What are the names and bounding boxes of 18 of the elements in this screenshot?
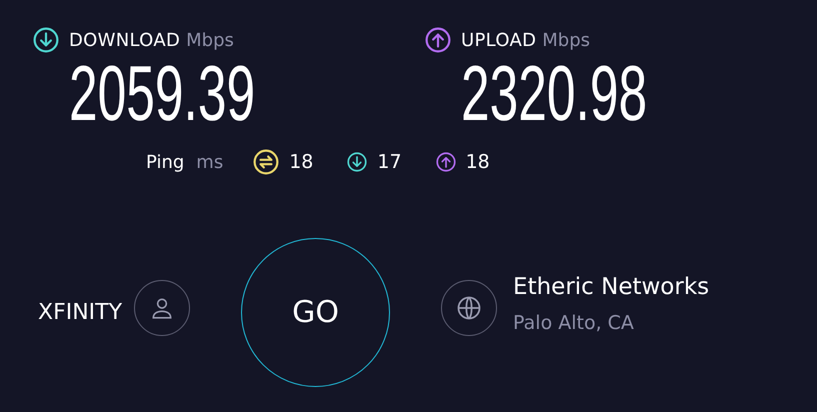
globe-icon[interactable] (441, 280, 498, 336)
metric-label: UPLOAD (461, 30, 536, 50)
ping-value: 18 (289, 151, 314, 173)
unit-label: Mbps (186, 30, 234, 50)
unit-label: Mbps (542, 30, 590, 50)
swap-arrows-icon (253, 149, 280, 175)
speed-value: 2059.39 (69, 54, 256, 132)
provider-name: XFINITY (38, 300, 122, 325)
speed-value: 2320.98 (461, 54, 648, 132)
server-name: Etheric Networks (513, 274, 710, 300)
metric-label: DOWNLOAD (69, 30, 180, 50)
ping-label: Ping (146, 152, 184, 172)
unit-label: ms (196, 152, 224, 172)
person-icon[interactable] (134, 280, 190, 336)
server-location: Palo Alto, CA (513, 312, 635, 334)
ping-value: 18 (466, 151, 490, 173)
go-button[interactable]: GO (241, 238, 390, 387)
ping-value: 17 (377, 151, 402, 173)
